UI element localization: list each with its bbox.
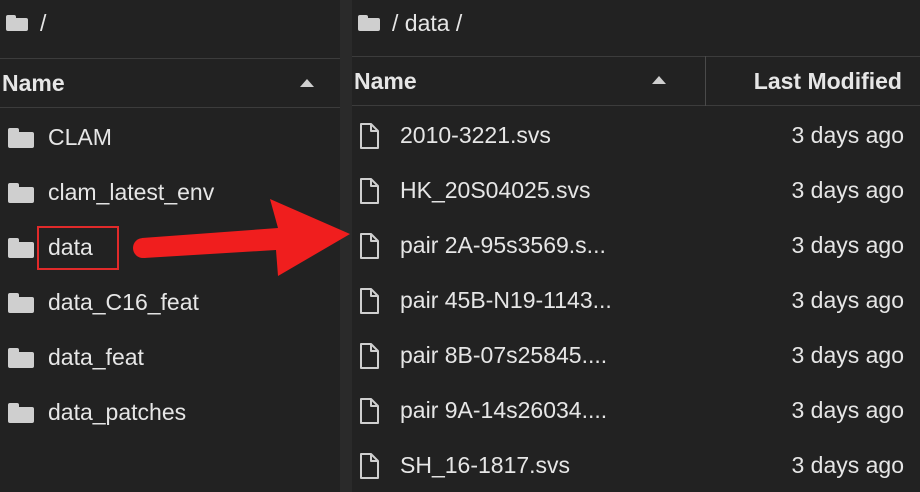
breadcrumb-path[interactable]: / data / (392, 10, 462, 37)
folder-icon (8, 402, 34, 423)
pane-divider[interactable] (340, 0, 352, 492)
last-modified-value: 3 days ago (791, 452, 904, 478)
file-name: pair 9A-14s26034.... (400, 397, 608, 423)
column-header-row: Name Last Modified (352, 56, 920, 106)
left-file-browser: / Name CLAM clam_latest_env data data_C1… (0, 0, 352, 492)
folder-icon (8, 182, 34, 203)
folder-icon (8, 347, 34, 368)
list-item[interactable]: CLAM (0, 110, 112, 165)
file-row[interactable]: HK_20S04025.svs 3 days ago (352, 163, 904, 218)
file-name: SH_16-1817.svs (400, 452, 571, 478)
last-modified-value: 3 days ago (791, 232, 904, 258)
item-label: clam_latest_env (48, 179, 215, 205)
breadcrumb-path[interactable]: / (40, 10, 46, 37)
item-label: data_patches (48, 399, 187, 425)
last-modified-value: 3 days ago (791, 287, 904, 313)
folder-icon (8, 127, 34, 148)
file-row[interactable]: 2010-3221.svs 3 days ago (352, 108, 904, 163)
list-item[interactable]: data_patches (0, 385, 186, 440)
file-row[interactable]: pair 9A-14s26034.... 3 days ago (352, 383, 904, 438)
last-modified-column-header[interactable]: Last Modified (754, 68, 902, 95)
breadcrumb[interactable]: / (6, 6, 46, 40)
folder-icon (6, 15, 28, 31)
list-item[interactable]: data_feat (0, 330, 144, 385)
highlight-box (37, 226, 119, 270)
column-header-row: Name (0, 58, 340, 108)
last-modified-value: 3 days ago (791, 342, 904, 368)
file-name: 2010-3221.svs (400, 122, 551, 148)
folder-icon (358, 15, 380, 31)
file-icon (360, 452, 379, 479)
file-icon (360, 122, 379, 149)
last-modified-value: 3 days ago (791, 397, 904, 423)
file-row[interactable]: SH_16-1817.svs 3 days ago (352, 438, 904, 492)
file-icon (360, 287, 379, 314)
column-resize-handle[interactable] (705, 56, 706, 106)
file-icon (360, 177, 379, 204)
last-modified-value: 3 days ago (791, 177, 904, 203)
breadcrumb[interactable]: / data / (358, 6, 462, 40)
list-item[interactable]: data_C16_feat (0, 275, 199, 330)
file-row[interactable]: pair 8B-07s25845.... 3 days ago (352, 328, 904, 383)
item-label: data_C16_feat (48, 289, 199, 315)
file-icon (360, 342, 379, 369)
file-browser-comparison: / Name CLAM clam_latest_env data data_C1… (0, 0, 920, 492)
folder-icon (8, 292, 34, 313)
last-modified-value: 3 days ago (791, 122, 904, 148)
file-name: pair 45B-N19-1143... (400, 287, 612, 313)
file-icon (360, 232, 379, 259)
list-item[interactable]: clam_latest_env (0, 165, 214, 220)
file-name: HK_20S04025.svs (400, 177, 591, 203)
sort-ascending-icon[interactable] (300, 79, 314, 87)
file-row[interactable]: pair 2A-95s3569.s... 3 days ago (352, 218, 904, 273)
name-column-header[interactable]: Name (354, 68, 417, 95)
file-name: pair 8B-07s25845.... (400, 342, 608, 368)
sort-ascending-icon[interactable] (652, 76, 666, 84)
file-icon (360, 397, 379, 424)
item-label: data_feat (48, 344, 144, 370)
name-column-header[interactable]: Name (2, 70, 65, 97)
file-row[interactable]: pair 45B-N19-1143... 3 days ago (352, 273, 904, 328)
folder-icon (8, 237, 34, 258)
file-name: pair 2A-95s3569.s... (400, 232, 606, 258)
item-label: CLAM (48, 124, 112, 150)
